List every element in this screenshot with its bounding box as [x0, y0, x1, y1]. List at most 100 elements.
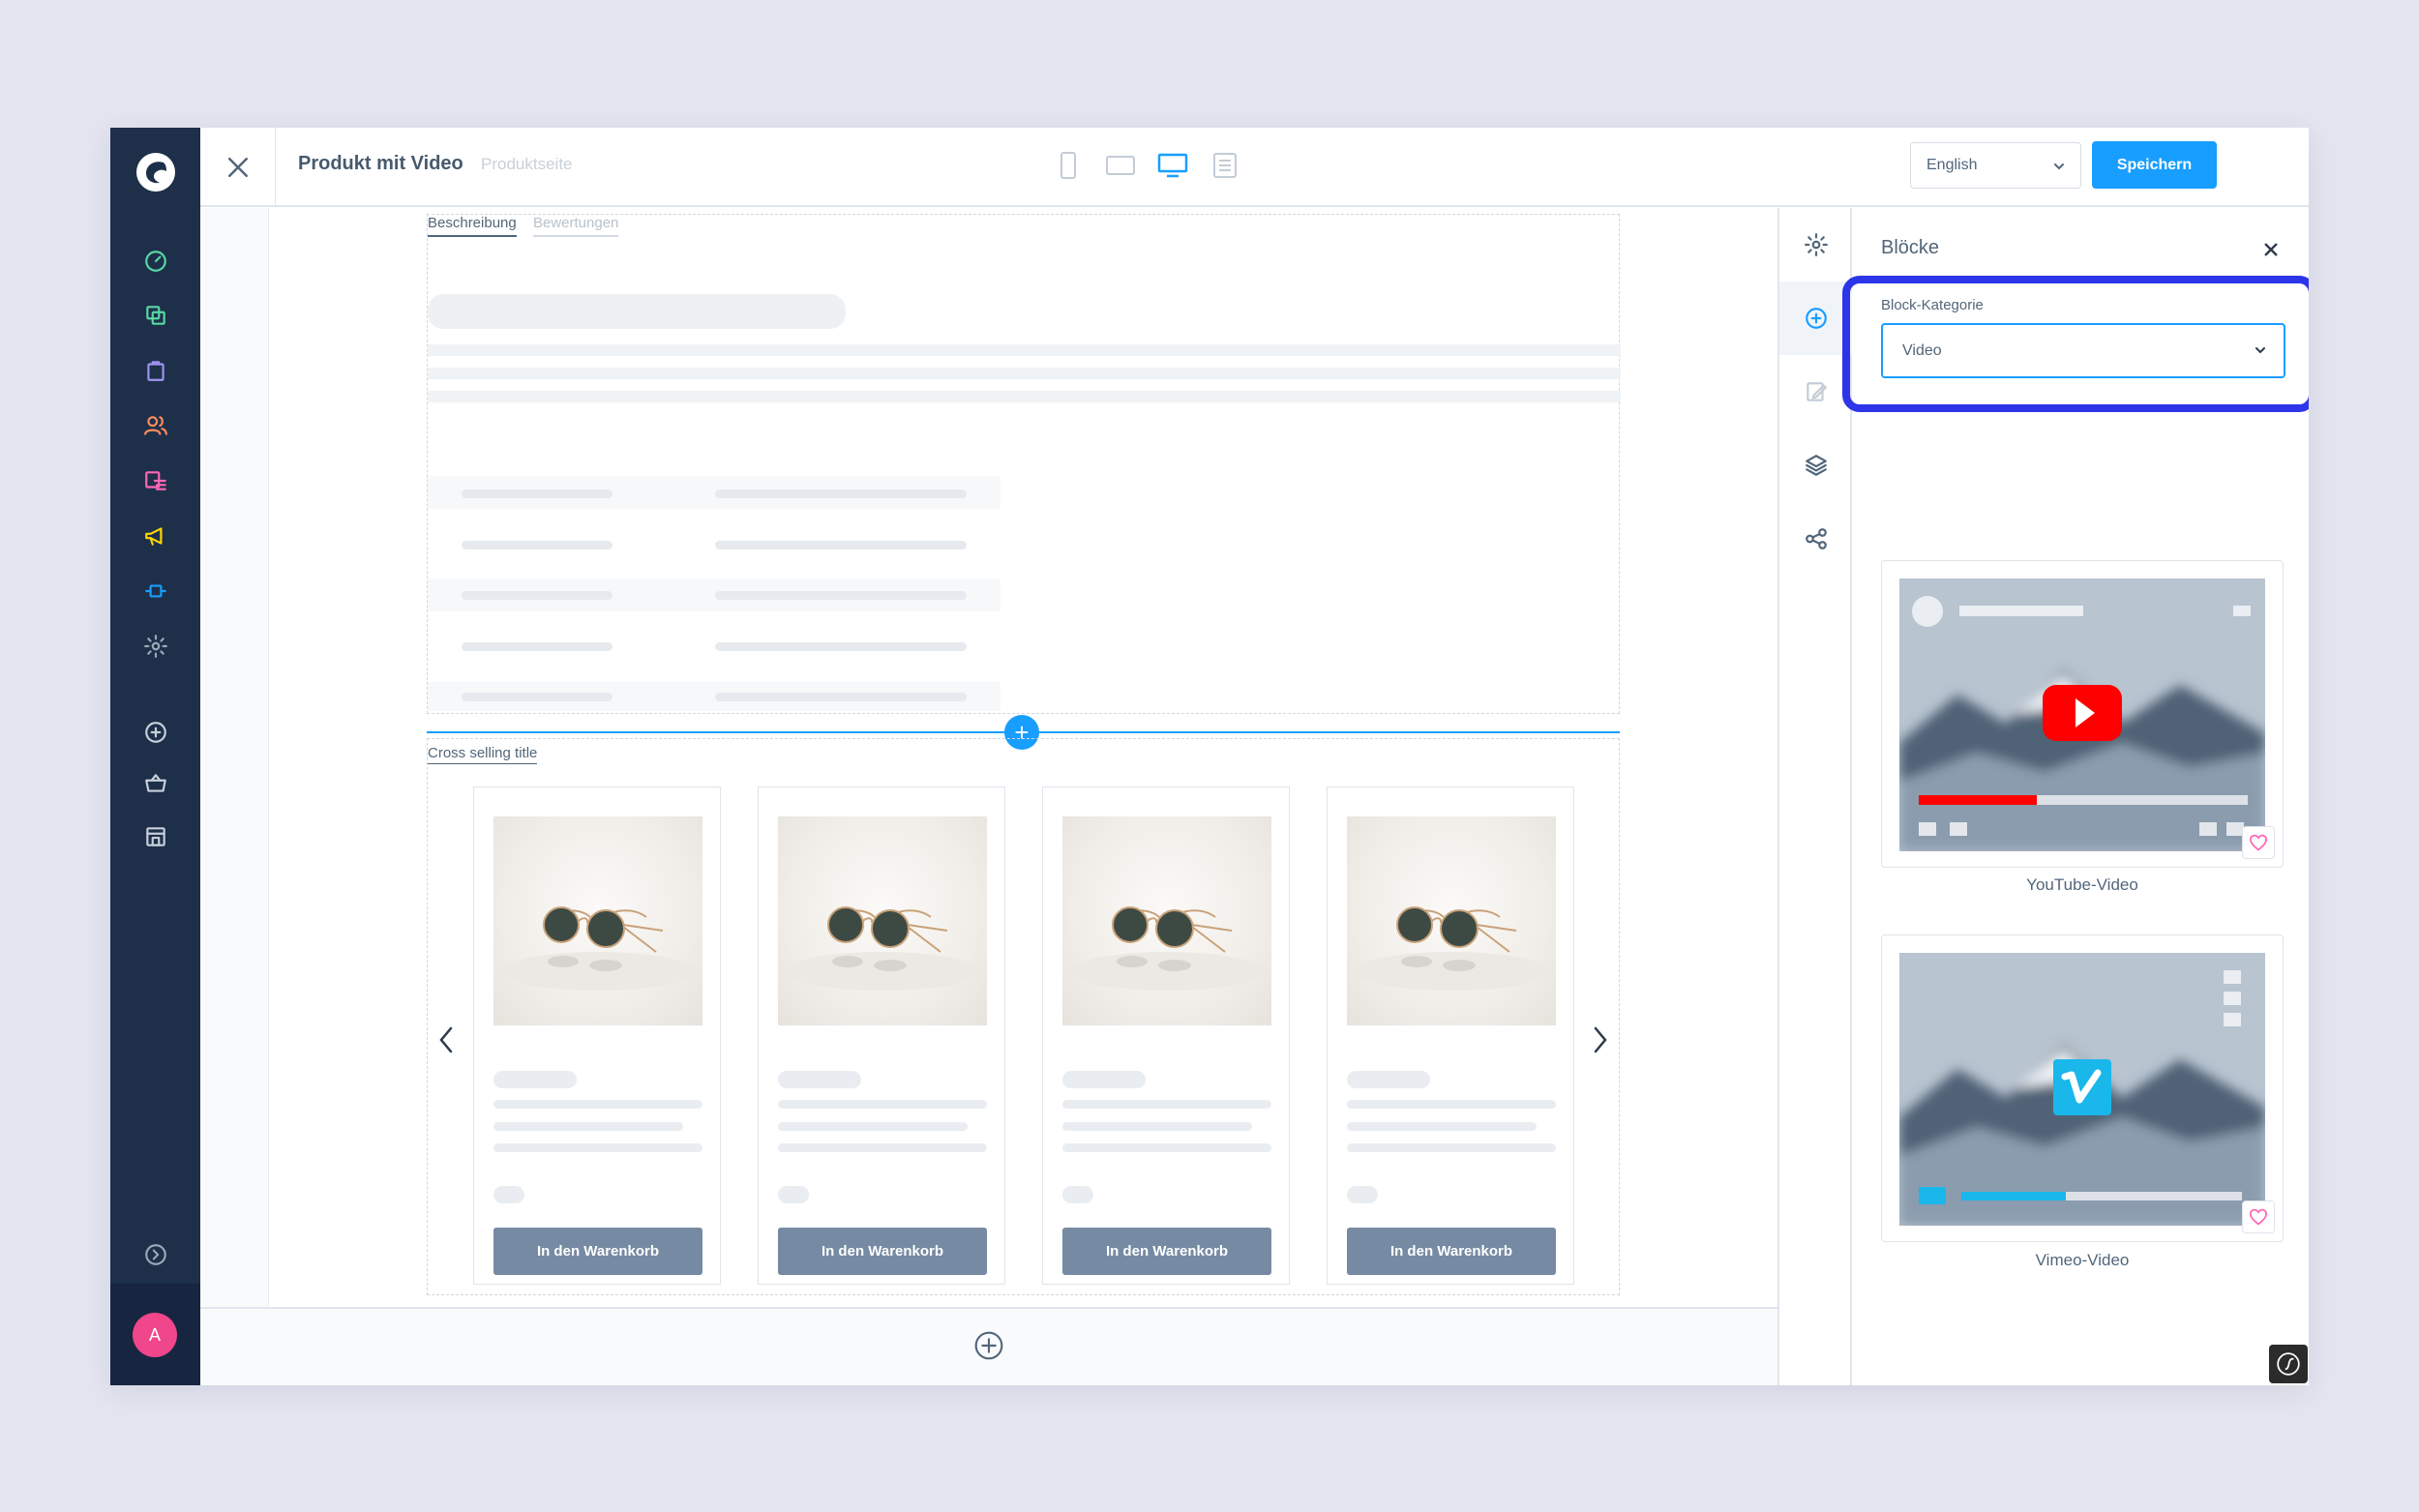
- block-category-label: Block-Kategorie: [1881, 297, 1984, 313]
- edit-tool[interactable]: [1779, 355, 1852, 429]
- skeleton-line: [493, 1122, 683, 1131]
- skeleton-line: [1062, 1122, 1252, 1131]
- block-category-value: Video: [1902, 342, 1942, 359]
- panel-title: Blöcke: [1881, 237, 1940, 258]
- skeleton-title: [1347, 1071, 1430, 1088]
- close-panel-button[interactable]: [2258, 237, 2284, 262]
- favorite-button[interactable]: [2242, 1201, 2275, 1233]
- sunglasses-image: [1355, 906, 1548, 991]
- page-preview: Beschreibung Bewertungen + Cross selling…: [268, 208, 1777, 1307]
- chevron-left-icon: [439, 1026, 453, 1053]
- blocks-tool[interactable]: [1779, 282, 1852, 355]
- skeleton-line: [428, 391, 1621, 402]
- skeleton-price: [1062, 1186, 1093, 1203]
- storefront-icon[interactable]: [139, 820, 172, 853]
- favorite-button[interactable]: [2242, 826, 2275, 859]
- slider-next-button[interactable]: [1586, 1021, 1615, 1059]
- vimeo-thumbnail: [1899, 953, 2265, 1226]
- catalogue-icon[interactable]: [139, 299, 172, 332]
- product-image: [778, 816, 987, 1025]
- cross-selling-title: Cross selling title: [428, 745, 538, 764]
- skeleton-cell: [715, 642, 967, 651]
- tablet-view-button[interactable]: [1104, 149, 1137, 182]
- language-select[interactable]: English: [1910, 142, 2081, 189]
- skeleton-line: [428, 368, 1621, 379]
- skeleton-cell: [462, 591, 612, 600]
- mobile-view-button[interactable]: [1052, 149, 1085, 182]
- heart-icon: [2249, 834, 2268, 851]
- vimeo-block-preview[interactable]: [1881, 934, 2284, 1242]
- product-card[interactable]: In den Warenkorb: [473, 786, 721, 1285]
- add-to-cart-button[interactable]: In den Warenkorb: [493, 1228, 702, 1275]
- close-editor-button[interactable]: [200, 128, 276, 207]
- layers-tool[interactable]: [1779, 429, 1852, 502]
- mobile-icon: [1060, 152, 1076, 179]
- page-settings-tool[interactable]: [1779, 208, 1852, 282]
- skeleton-line: [1347, 1122, 1537, 1131]
- chevron-down-icon: [2255, 347, 2265, 354]
- page-title: Produkt mit Video: [298, 153, 463, 174]
- page-subtitle: Produktseite: [481, 155, 573, 173]
- settings-icon[interactable]: [139, 630, 172, 663]
- skeleton-cell: [462, 541, 612, 549]
- vimeo-logo-icon: [2053, 1059, 2111, 1115]
- skeleton-cell: [462, 642, 612, 651]
- admin-window: A Produkt mit Video Produktseite English: [110, 128, 2309, 1385]
- desktop-view-button[interactable]: [1156, 149, 1189, 182]
- vimeo-block-label: Vimeo-Video: [2035, 1251, 2130, 1269]
- add-to-cart-button[interactable]: In den Warenkorb: [1062, 1228, 1271, 1275]
- skeleton-price: [1347, 1186, 1378, 1203]
- slider-prev-button[interactable]: [432, 1021, 461, 1059]
- user-avatar[interactable]: A: [133, 1313, 177, 1357]
- content-icon[interactable]: [139, 464, 172, 497]
- customers-icon[interactable]: [139, 409, 172, 442]
- product-image: [493, 816, 702, 1025]
- cross-selling-section[interactable]: Cross selling title In den Warenkorb In …: [427, 738, 1620, 1295]
- youtube-block-label: YouTube-Video: [2026, 875, 2138, 894]
- orders-icon[interactable]: [139, 354, 172, 387]
- add-circle-icon[interactable]: [139, 716, 172, 749]
- extensions-icon[interactable]: [139, 575, 172, 608]
- skeleton-line: [493, 1143, 702, 1152]
- share-tool[interactable]: [1779, 502, 1852, 576]
- product-card[interactable]: In den Warenkorb: [1042, 786, 1290, 1285]
- product-card[interactable]: In den Warenkorb: [758, 786, 1005, 1285]
- tab-description[interactable]: Beschreibung: [428, 215, 517, 237]
- save-button[interactable]: Speichern: [2092, 141, 2217, 189]
- collapse-menu-icon[interactable]: [139, 1238, 172, 1271]
- add-to-cart-button[interactable]: In den Warenkorb: [778, 1228, 987, 1275]
- shopware-logo[interactable]: [110, 128, 200, 217]
- layers-icon: [1805, 455, 1827, 476]
- add-section-icon[interactable]: [973, 1330, 1004, 1361]
- skeleton-line: [1062, 1100, 1271, 1109]
- youtube-block-preview[interactable]: [1881, 560, 2284, 868]
- skeleton-line: [778, 1122, 968, 1131]
- skeleton-cell: [715, 693, 967, 701]
- product-card[interactable]: In den Warenkorb: [1327, 786, 1574, 1285]
- block-category-select[interactable]: Video: [1881, 323, 2285, 378]
- edit-icon: [1806, 382, 1827, 401]
- skeleton-cell: [715, 489, 967, 498]
- product-image: [1062, 816, 1271, 1025]
- skeleton-line: [1062, 1143, 1271, 1152]
- description-section[interactable]: Beschreibung Bewertungen: [427, 214, 1621, 714]
- dashboard-icon[interactable]: [139, 245, 172, 278]
- basket-icon[interactable]: [139, 767, 172, 800]
- skeleton-title: [493, 1071, 577, 1088]
- marketing-icon[interactable]: [139, 519, 172, 552]
- vimeo-video-mock: [1899, 953, 2265, 1226]
- symfony-toolbar-icon[interactable]: [2269, 1345, 2308, 1383]
- tab-reviews[interactable]: Bewertungen: [533, 215, 619, 237]
- sunglasses-image: [1070, 906, 1264, 991]
- skeleton-cell: [462, 693, 612, 701]
- gear-icon: [1804, 233, 1828, 256]
- skeleton-cell: [462, 489, 612, 498]
- form-view-button[interactable]: [1209, 149, 1241, 182]
- skeleton-line: [1347, 1143, 1556, 1152]
- youtube-video-mock: [1899, 578, 2265, 851]
- skeleton-title: [778, 1071, 861, 1088]
- skeleton-line: [1347, 1100, 1556, 1109]
- add-to-cart-button[interactable]: In den Warenkorb: [1347, 1228, 1556, 1275]
- sunglasses-image: [501, 906, 695, 991]
- share-icon: [1805, 528, 1827, 549]
